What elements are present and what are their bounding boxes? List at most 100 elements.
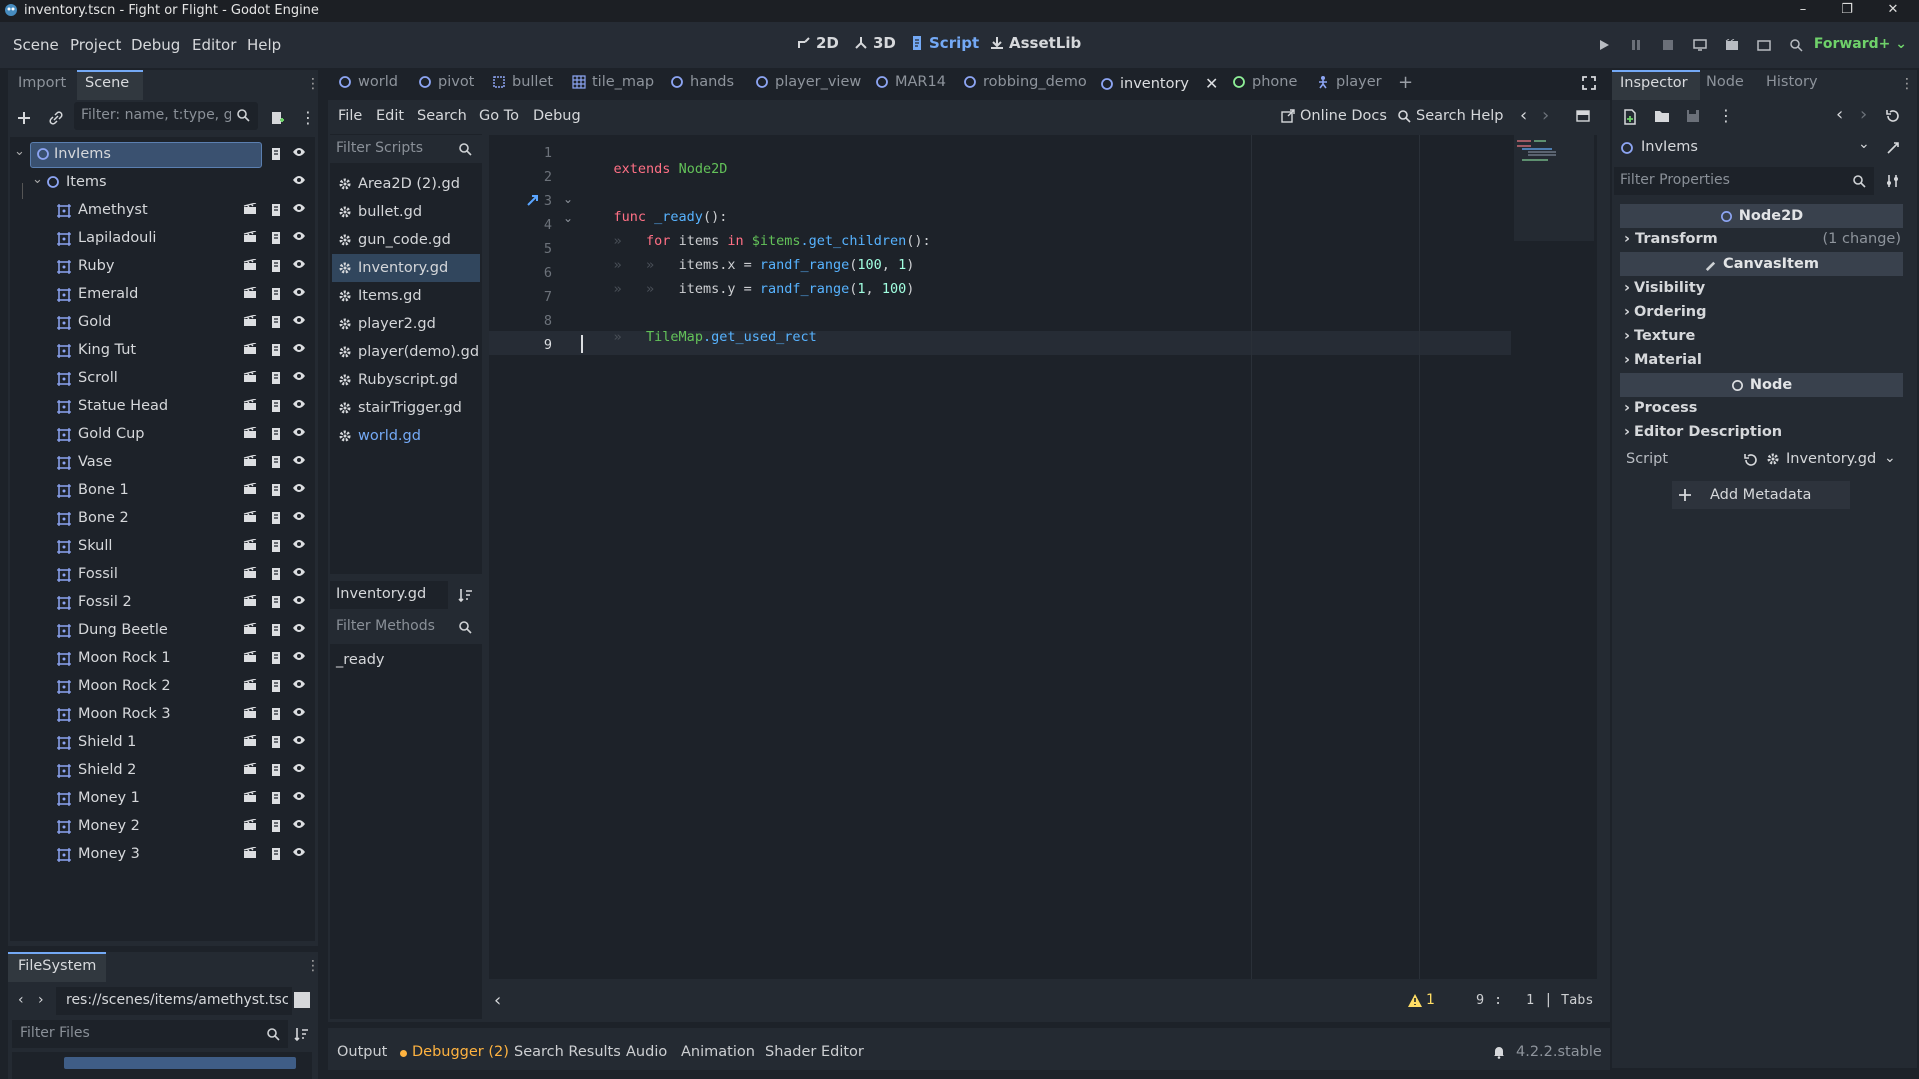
script-menu-go-to[interactable]: Go To <box>479 108 519 124</box>
instance-scene-icon[interactable] <box>48 110 64 126</box>
scene-tab-inventory[interactable]: inventory ✕ <box>1092 68 1218 100</box>
tab-import[interactable]: Import <box>18 75 66 91</box>
history-forward-icon[interactable]: › <box>1860 104 1867 125</box>
add-node-icon[interactable] <box>16 110 32 126</box>
maximize-button[interactable]: ❐ <box>1832 2 1862 20</box>
script-icon[interactable] <box>270 231 286 247</box>
script-icon[interactable] <box>270 315 286 331</box>
split-view-icon[interactable] <box>294 992 310 1008</box>
visibility-eye-icon[interactable] <box>292 539 308 555</box>
section-ordering[interactable]: › Ordering <box>1620 304 1903 320</box>
script-icon[interactable] <box>270 707 286 723</box>
section-texture[interactable]: › Texture <box>1620 328 1903 344</box>
dock-menu-icon[interactable]: ⋮ <box>306 958 320 974</box>
visibility-eye-icon[interactable] <box>292 175 308 191</box>
open-scene-icon[interactable] <box>243 343 259 359</box>
chevron-down-icon[interactable]: ⌄ <box>1884 450 1896 466</box>
scene-tab-bullet[interactable]: bullet <box>492 74 553 90</box>
expand-arrow-icon[interactable]: ⌄ <box>14 144 25 159</box>
visibility-eye-icon[interactable] <box>292 623 308 639</box>
scene-tab-player-view[interactable]: player_view <box>755 74 861 90</box>
open-scene-icon[interactable] <box>243 651 259 667</box>
warnings-indicator[interactable]: 1 <box>1408 992 1435 1008</box>
open-scene-icon[interactable] <box>243 315 259 331</box>
script-list-item[interactable]: world.gd <box>332 422 480 450</box>
tree-item-row[interactable]: Emerald <box>10 281 315 309</box>
menu-project[interactable]: Project <box>70 36 121 54</box>
tree-item-row[interactable]: Moon Rock 2 <box>10 673 315 701</box>
script-list-item[interactable]: Inventory.gd <box>332 254 480 282</box>
open-scene-icon[interactable] <box>243 819 259 835</box>
script-icon[interactable] <box>270 735 286 751</box>
script-icon[interactable] <box>270 203 286 219</box>
script-list-item[interactable]: stairTrigger.gd <box>332 394 480 422</box>
tree-item-row[interactable]: Bone 1 <box>10 477 315 505</box>
visibility-eye-icon[interactable] <box>292 287 308 303</box>
script-list-item[interactable]: Items.gd <box>332 282 480 310</box>
script-icon[interactable] <box>270 511 286 527</box>
tree-item-row[interactable]: Money 3 <box>10 841 315 869</box>
script-icon[interactable] <box>270 651 286 667</box>
add-metadata-button[interactable]: Add Metadata <box>1672 481 1850 509</box>
history-forward-icon[interactable]: › <box>1542 105 1549 126</box>
tree-item-row[interactable]: King Tut <box>10 337 315 365</box>
visibility-eye-icon[interactable] <box>292 231 308 247</box>
inspector-menu-icon[interactable]: ⋮ <box>1718 106 1734 125</box>
sort-methods-icon[interactable] <box>458 587 474 603</box>
script-menu-debug[interactable]: Debug <box>533 108 581 124</box>
visibility-eye-icon[interactable] <box>292 847 308 863</box>
tree-item-row[interactable]: Dung Beetle <box>10 617 315 645</box>
properties-filter-input[interactable]: Filter Properties <box>1614 167 1874 195</box>
tree-root-row[interactable]: ⌄ InvIems <box>10 141 315 169</box>
tree-item-row[interactable]: Ruby <box>10 253 315 281</box>
tree-item-row[interactable]: Skull <box>10 533 315 561</box>
tree-item-row[interactable]: Shield 1 <box>10 729 315 757</box>
menu-editor[interactable]: Editor <box>192 36 236 54</box>
scene-tab-phone[interactable]: phone <box>1232 74 1297 90</box>
script-icon[interactable] <box>270 763 286 779</box>
new-resource-icon[interactable] <box>1622 109 1638 125</box>
script-icon[interactable] <box>270 287 286 303</box>
menu-help[interactable]: Help <box>247 36 281 54</box>
script-icon[interactable] <box>270 539 286 555</box>
open-scene-icon[interactable] <box>243 399 259 415</box>
files-filter-input[interactable]: Filter Files <box>12 1020 288 1048</box>
distraction-free-icon[interactable] <box>1582 76 1596 90</box>
mode-3d-button[interactable]: 3D <box>854 34 896 52</box>
tab-search-results[interactable]: Search Results <box>514 1044 621 1060</box>
tree-item-row[interactable]: Statue Head <box>10 393 315 421</box>
script-icon[interactable] <box>270 455 286 471</box>
visibility-eye-icon[interactable] <box>292 707 308 723</box>
remote-debug-icon[interactable] <box>1690 35 1710 55</box>
tree-item-row[interactable]: Scroll <box>10 365 315 393</box>
open-scene-icon[interactable] <box>243 763 259 779</box>
tab-history[interactable]: History <box>1766 74 1818 90</box>
visibility-eye-icon[interactable] <box>292 511 308 527</box>
visibility-eye-icon[interactable] <box>292 371 308 387</box>
menu-scene[interactable]: Scene <box>13 36 59 54</box>
scene-tab-robbing-demo[interactable]: robbing_demo <box>963 74 1087 90</box>
script-icon[interactable] <box>270 343 286 359</box>
visibility-eye-icon[interactable] <box>292 735 308 751</box>
scene-tab-world[interactable]: world <box>338 74 398 90</box>
toggle-panel-icon[interactable] <box>1576 110 1590 122</box>
save-icon[interactable] <box>1686 109 1700 123</box>
script-icon[interactable] <box>270 595 286 611</box>
open-scene-icon[interactable] <box>243 483 259 499</box>
dock-menu-icon[interactable]: ⋮ <box>1900 76 1914 92</box>
tab-shader-editor[interactable]: Shader Editor <box>765 1044 864 1060</box>
visibility-eye-icon[interactable] <box>292 343 308 359</box>
bell-icon[interactable] <box>1492 1045 1506 1059</box>
script-icon[interactable] <box>270 679 286 695</box>
scene-tab-player[interactable]: player <box>1316 74 1382 90</box>
scripts-filter-input[interactable]: Filter Scripts <box>330 135 482 163</box>
script-property-value[interactable]: Inventory.gd <box>1766 451 1876 467</box>
tree-item-row[interactable]: Vase <box>10 449 315 477</box>
mode-assetlib-button[interactable]: AssetLib <box>990 34 1081 52</box>
tab-debugger[interactable]: Debugger (2) <box>412 1044 509 1060</box>
open-scene-icon[interactable] <box>243 427 259 443</box>
scene-tab-hands[interactable]: hands <box>670 74 734 90</box>
inspector-settings-icon[interactable] <box>1886 174 1900 188</box>
tree-item-row[interactable]: Shield 2 <box>10 757 315 785</box>
open-scene-icon[interactable] <box>243 371 259 387</box>
